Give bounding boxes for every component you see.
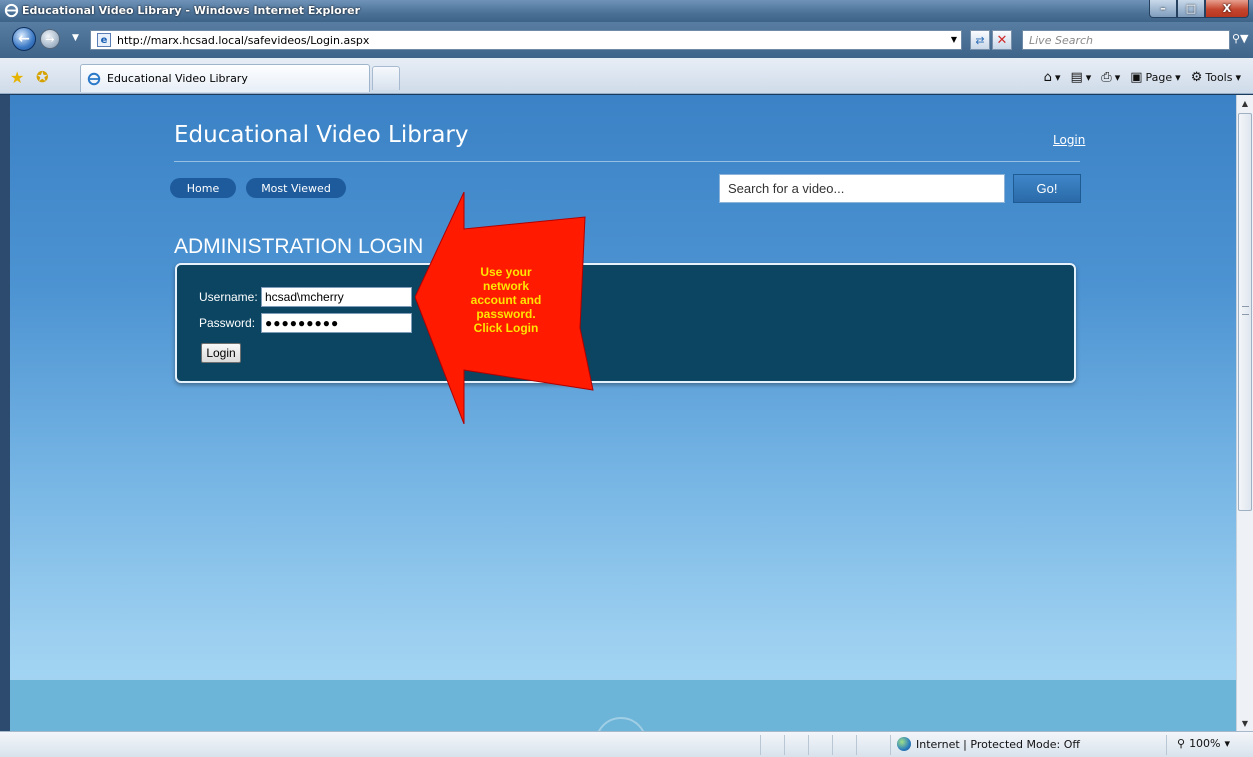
annotation-text: Use your network account and password. C… [461,265,551,335]
window-controls: – □ X [1149,0,1249,18]
zoom-dropdown-icon: ▾ [1224,737,1231,750]
navigation-bar: ← → ▼ e http://marx.hcsad.local/safevide… [0,22,1253,58]
web-page-content: Educational Video Library Login Home Mos… [10,95,1236,731]
maximize-button[interactable]: □ [1177,0,1205,18]
feeds-button[interactable]: ▤ ▾ [1070,70,1091,85]
status-bar: Internet | Protected Mode: Off ⚲ 100% ▾ [0,731,1253,757]
back-button[interactable]: ← [12,27,36,51]
zoom-icon: ⚲ [1177,737,1186,750]
annotation-line: Click Login [473,321,539,335]
home-button[interactable]: ⌂ ▾ [1044,70,1061,85]
favorites-star-icon[interactable]: ★ [10,68,24,87]
status-divider [1166,735,1167,755]
page-menu-icon: ▣ [1130,70,1143,85]
status-divider [890,735,891,755]
login-link[interactable]: Login [1053,133,1085,147]
annotation-line: network [482,279,529,293]
security-zone[interactable]: Internet | Protected Mode: Off [897,737,1080,751]
page-menu[interactable]: ▣ Page ▾ [1130,70,1180,85]
recent-pages-dropdown-icon[interactable]: ▼ [72,33,79,43]
password-label: Password: [199,316,256,330]
print-button[interactable]: ⎙ ▾ [1101,70,1120,85]
annotation-line: Use your [480,265,532,279]
status-divider [808,735,809,755]
status-divider [856,735,857,755]
command-bar: ⌂ ▾ ▤ ▾ ⎙ ▾ ▣ Page ▾ ⚙ Tools ▾ [1044,70,1241,85]
stop-icon: ✕ [996,32,1008,48]
zoom-control[interactable]: ⚲ 100% ▾ [1177,737,1230,750]
window-left-frame [0,95,10,731]
gear-icon: ⚙ [1190,70,1203,85]
tab-educational-video-library[interactable]: Educational Video Library [80,64,370,92]
status-divider [784,735,785,755]
forward-arrow-icon: → [45,32,55,46]
page-icon: e [97,33,111,47]
tools-menu-label: Tools [1205,71,1233,84]
username-field[interactable]: hcsad\mcherry [261,287,412,307]
page-heading: ADMINISTRATION LOGIN [174,235,424,258]
status-divider [832,735,833,755]
address-url: http://marx.hcsad.local/safevideos/Login… [117,33,370,47]
scrollbar-thumb[interactable] [1238,113,1252,511]
site-title: Educational Video Library [174,122,469,148]
status-divider [760,735,761,755]
window-title: Educational Video Library - Windows Inte… [22,4,361,17]
new-tab-button[interactable] [372,66,400,90]
tools-menu[interactable]: ⚙ Tools ▾ [1191,70,1241,85]
nav-home[interactable]: Home [170,178,236,198]
window-title-bar: Educational Video Library - Windows Inte… [0,0,1253,22]
search-go-button[interactable]: Go! [1013,174,1081,203]
address-bar[interactable]: e http://marx.hcsad.local/safevideos/Log… [90,30,962,50]
globe-icon [897,737,911,751]
close-button[interactable]: X [1205,0,1249,18]
header-divider [174,161,1080,162]
zone-label: Internet | Protected Mode: Off [916,737,1080,751]
back-arrow-icon: ← [18,31,30,47]
ie-tab-icon [87,72,101,85]
tab-label: Educational Video Library [107,72,248,85]
zoom-level: 100% [1189,737,1221,750]
forward-button[interactable]: → [40,29,60,49]
login-panel: Username: hcsad\mcherry Password: ●●●●●●… [175,263,1076,383]
print-icon: ⎙ [1101,70,1112,85]
refresh-button[interactable]: ⇄ [970,30,990,50]
refresh-icon: ⇄ [975,33,985,47]
scroll-grip [1242,306,1249,315]
ie-logo-icon [4,3,19,18]
annotation-line: password. [476,307,536,321]
login-button[interactable]: Login [201,343,241,363]
vertical-scrollbar[interactable]: ▲ ▼ [1236,95,1253,731]
search-icon[interactable]: ⚲▼ [1232,32,1249,45]
page-menu-label: Page [1145,71,1173,84]
tab-bar: ★ ✪ Educational Video Library ⌂ ▾ ▤ ▾ ⎙ ▾ ▣… [0,58,1253,94]
address-dropdown-icon[interactable]: ▼ [951,35,957,44]
minimize-button[interactable]: – [1149,0,1177,18]
home-icon: ⌂ [1043,70,1052,85]
stop-button[interactable]: ✕ [992,30,1012,50]
scroll-down-arrow-icon[interactable]: ▼ [1237,715,1253,731]
nav-most-viewed[interactable]: Most Viewed [246,178,346,198]
rss-feed-icon: ▤ [1070,70,1083,85]
password-field[interactable]: ●●●●●●●●● [261,313,412,333]
live-search-input[interactable]: Live Search [1022,30,1230,50]
scroll-up-arrow-icon[interactable]: ▲ [1237,95,1253,111]
video-search-input[interactable]: Search for a video... [719,174,1005,203]
username-label: Username: [199,290,258,304]
add-favorites-icon[interactable]: ✪ [36,68,49,86]
annotation-line: account and [470,293,542,307]
